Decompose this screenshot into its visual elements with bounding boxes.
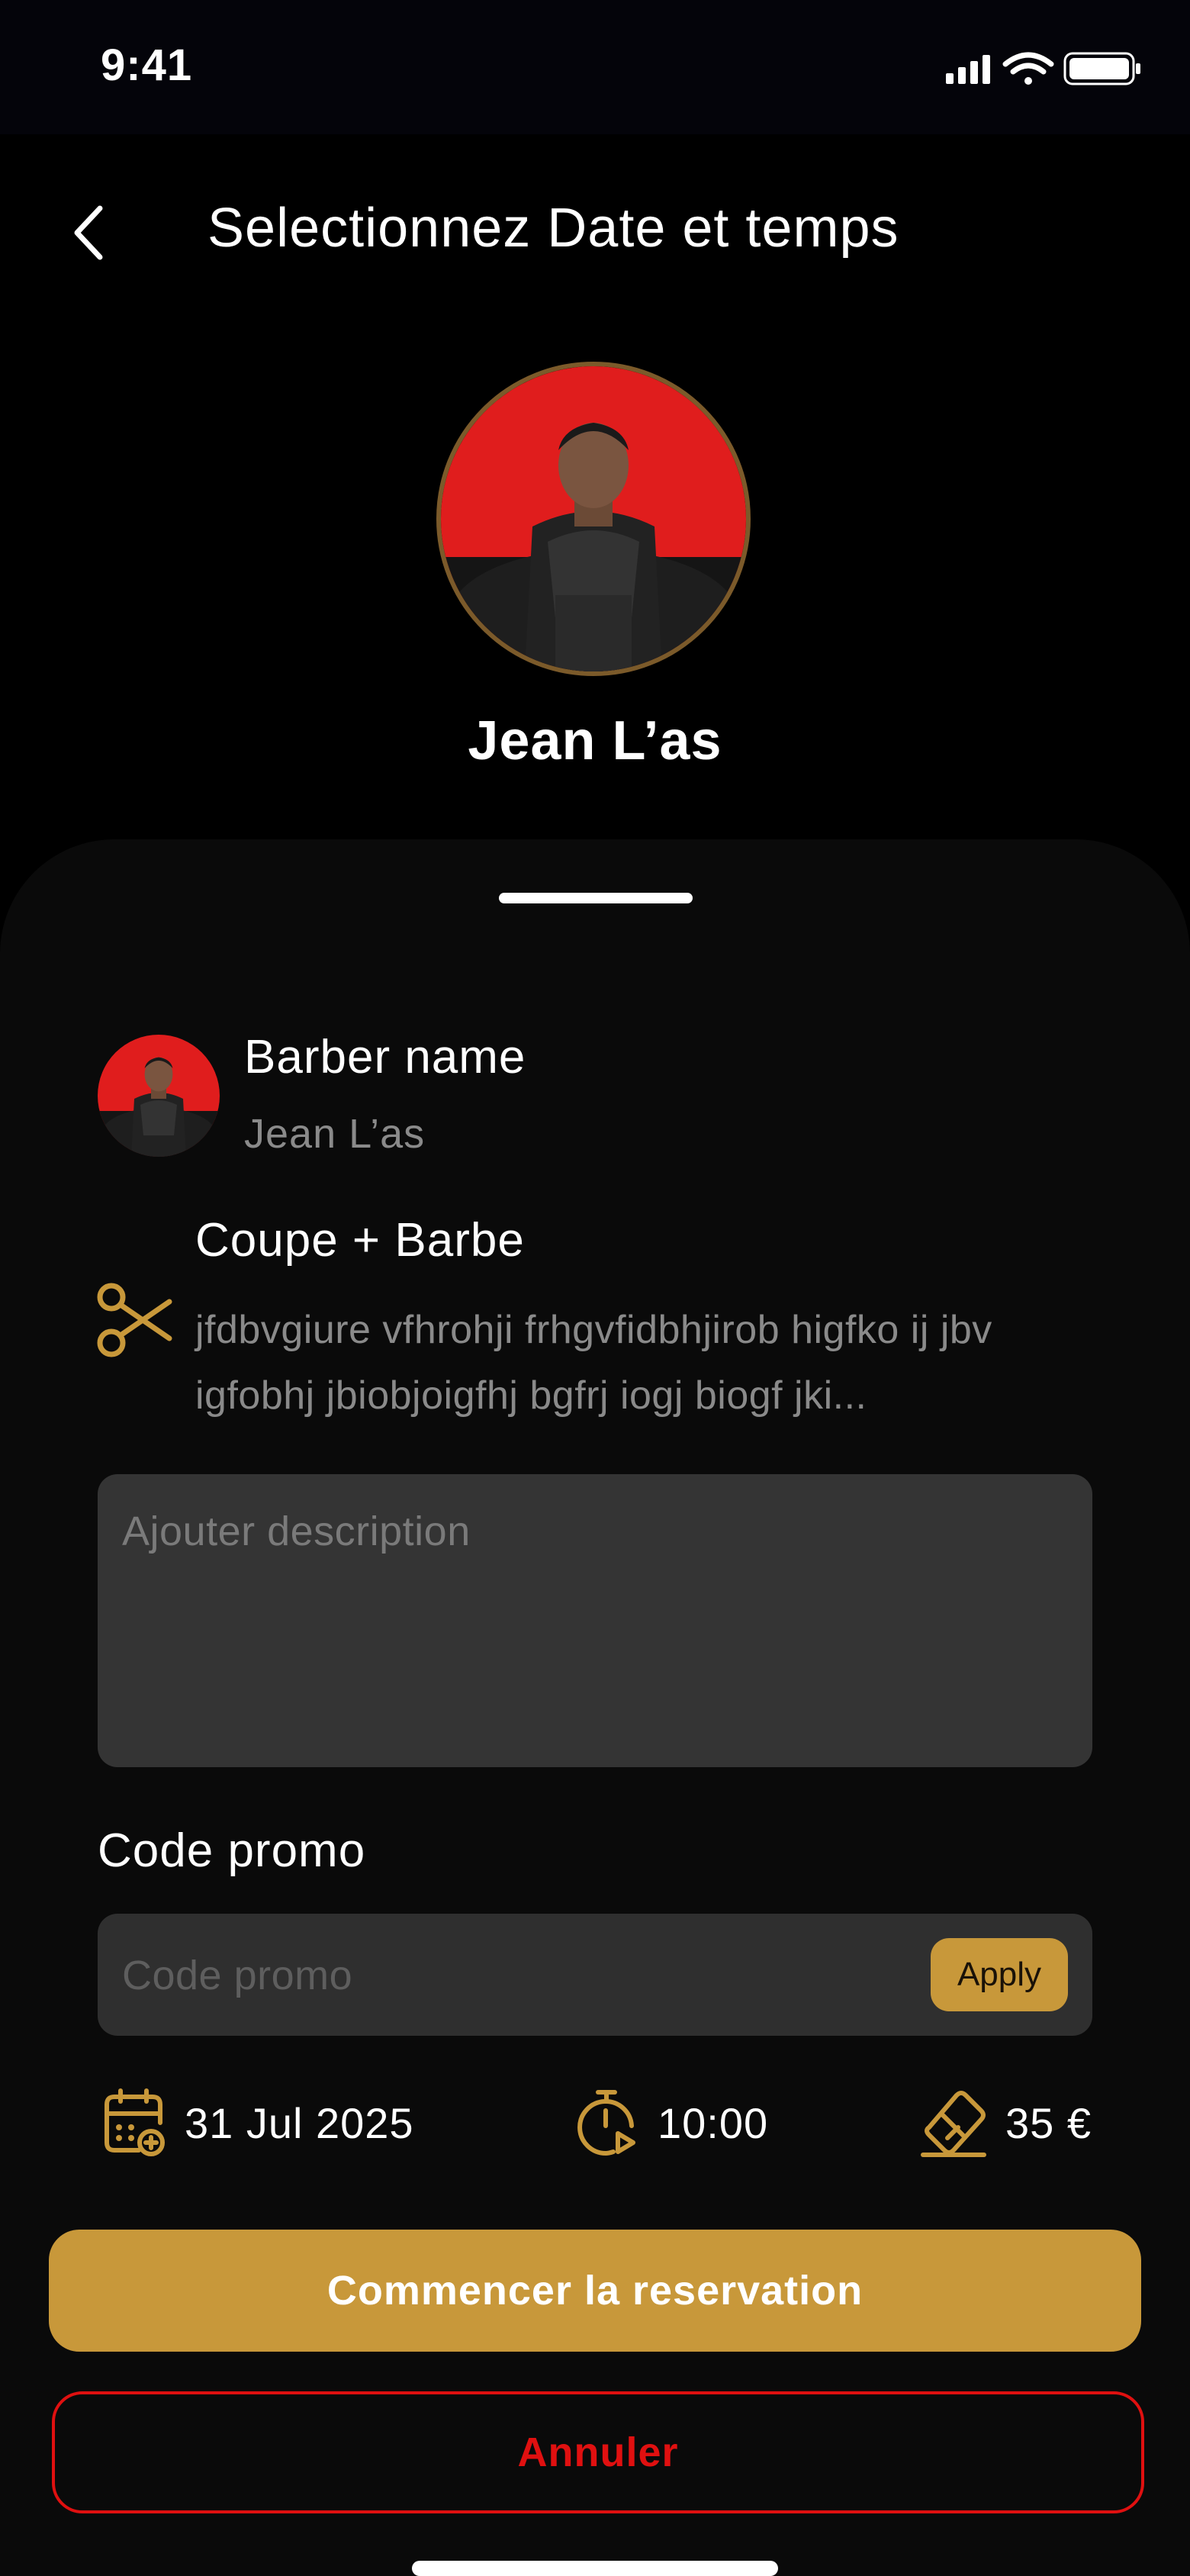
date-summary: 31 Jul 2025 bbox=[102, 2083, 414, 2162]
description-placeholder: Ajouter description bbox=[122, 1509, 471, 1554]
time-value: 10:00 bbox=[658, 2098, 769, 2147]
ticket-icon bbox=[921, 2091, 986, 2157]
barber-avatar-large bbox=[436, 362, 751, 676]
timer-icon bbox=[577, 2090, 635, 2156]
calendar-icon bbox=[105, 2088, 165, 2156]
sheet-handle[interactable] bbox=[499, 893, 693, 903]
back-button[interactable] bbox=[61, 200, 114, 266]
promo-placeholder: Code promo bbox=[122, 1953, 353, 1998]
promo-label: Code promo bbox=[98, 1824, 366, 1877]
signal-icon bbox=[946, 55, 990, 84]
page-title: Selectionnez Date et temps bbox=[207, 198, 899, 259]
status-icons bbox=[946, 52, 1140, 85]
price-value: 35 € bbox=[1005, 2098, 1092, 2147]
date-value: 31 Jul 2025 bbox=[185, 2098, 414, 2147]
service-description: jfdbvgiure vfhrohji frhgvfidbhjirob higf… bbox=[195, 1308, 992, 1418]
barber-name-label: Barber name bbox=[244, 1031, 526, 1084]
service-title: Coupe + Barbe bbox=[195, 1214, 525, 1267]
barber-name-value: Jean L’as bbox=[244, 1111, 426, 1157]
cancel-button[interactable]: Annuler bbox=[52, 2391, 1144, 2513]
status-time: 9:41 bbox=[101, 40, 193, 90]
status-bar: 9:41 bbox=[0, 0, 1190, 134]
time-summary: 10:00 bbox=[575, 2083, 768, 2162]
price-summary: 35 € bbox=[920, 2083, 1092, 2162]
description-input[interactable]: Ajouter description bbox=[98, 1474, 1092, 1767]
home-indicator[interactable] bbox=[412, 2561, 778, 2576]
barber-avatar-small bbox=[98, 1035, 220, 1157]
start-reservation-button[interactable]: Commencer la reservation bbox=[49, 2230, 1141, 2352]
barber-name: Jean L’as bbox=[468, 710, 722, 771]
back-icon bbox=[74, 205, 103, 260]
wifi-icon bbox=[1002, 52, 1054, 85]
apply-button[interactable]: Apply bbox=[931, 1938, 1068, 2011]
scissors-icon bbox=[97, 1283, 172, 1357]
promo-code-input[interactable]: Code promo Apply bbox=[98, 1914, 1092, 2036]
battery-icon bbox=[1063, 52, 1140, 85]
